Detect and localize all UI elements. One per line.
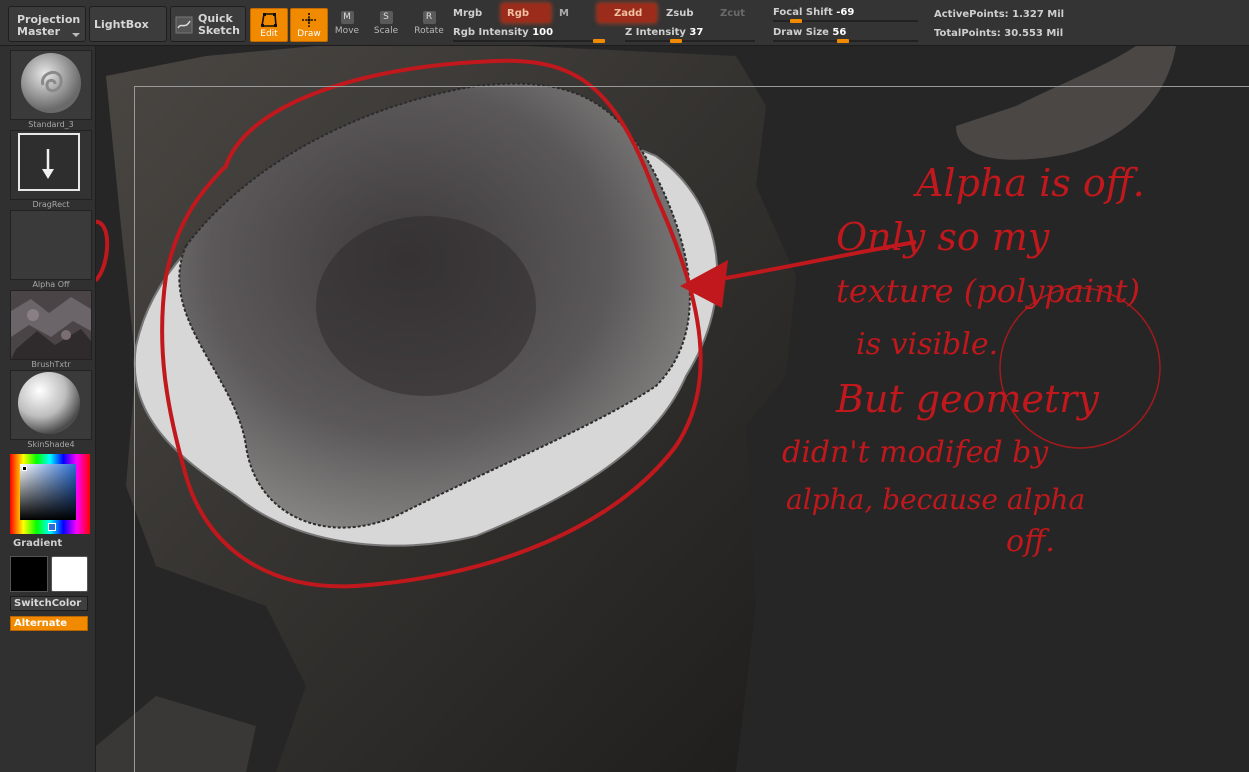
focal-shift-thumb[interactable] (790, 19, 802, 23)
focal-shift-track[interactable] (773, 19, 918, 23)
draw-label: Draw (297, 29, 321, 39)
edit-icon (261, 13, 277, 27)
rgb-intensity-slider[interactable]: Rgb Intensity 100 (453, 27, 553, 38)
canvas-viewport[interactable]: Alpha is off. Only so my texture (polypa… (96, 46, 1249, 772)
note-line-5: But geometry (836, 377, 1099, 421)
hue-cursor[interactable] (48, 523, 56, 531)
quick-sketch-line2: Sketch (198, 24, 241, 37)
alternate-button[interactable]: Alternate (10, 616, 88, 631)
m-toggle[interactable]: M (559, 8, 569, 19)
z-intensity-slider[interactable]: Z Intensity 37 (625, 27, 703, 38)
standard-brush-icon (21, 53, 81, 113)
rgb-intensity-track[interactable] (453, 39, 605, 43)
quick-sketch-icon (175, 16, 193, 34)
secondary-color-swatch[interactable] (51, 556, 88, 592)
draw-size-track[interactable] (773, 39, 918, 43)
total-points-label: TotalPoints: (934, 28, 1001, 39)
scale-icon: S (379, 11, 393, 24)
edit-tool-button[interactable]: Edit (250, 8, 288, 42)
brush-slot[interactable]: Standard_3 (10, 50, 92, 129)
stroke-caption: DragRect (32, 200, 70, 209)
lightbox-button[interactable]: LightBox (89, 6, 167, 42)
mrgb-toggle[interactable]: Mrgb (453, 8, 482, 19)
focal-shift-value: -69 (836, 7, 855, 18)
active-points-value: 1.327 Mil (1012, 9, 1065, 20)
rotate-label: Rotate (414, 26, 444, 36)
move-tool-button[interactable]: M Move (328, 8, 366, 42)
quick-sketch-button[interactable]: Quick Sketch (170, 6, 246, 42)
rgb-intensity-thumb[interactable] (593, 39, 605, 43)
note-line-2: Only so my (836, 215, 1050, 259)
draw-icon (302, 13, 316, 27)
texture-caption: BrushTxtr (31, 360, 71, 369)
stroke-slot[interactable]: DragRect (10, 130, 92, 209)
move-label: Move (334, 26, 360, 36)
texture-slot[interactable]: BrushTxtr (10, 290, 92, 369)
z-intensity-label: Z Intensity (625, 27, 686, 38)
focal-shift-label: Focal Shift (773, 7, 833, 18)
draw-size-value: 56 (832, 27, 847, 38)
color-picker-cursor[interactable] (22, 466, 27, 471)
material-slot[interactable]: SkinShade4 (10, 370, 92, 449)
color-picker[interactable] (10, 454, 90, 534)
zcut-toggle[interactable]: Zcut (720, 8, 745, 19)
rgb-toggle[interactable]: Rgb (507, 8, 529, 19)
note-line-4: is visible. (856, 327, 999, 362)
rotate-icon: R (422, 11, 436, 24)
drag-rect-icon (18, 133, 80, 191)
total-points-value: 30.553 Mil (1004, 28, 1064, 39)
note-line-8: off. (1006, 524, 1055, 559)
top-toolbar: Projection Master LightBox Quick Sketch … (0, 0, 1249, 46)
active-points-label: ActivePoints: (934, 9, 1009, 20)
active-points-readout: ActivePoints: 1.327 Mil (934, 9, 1064, 20)
rgb-intensity-value: 100 (532, 27, 554, 38)
lightbox-label: LightBox (94, 18, 149, 31)
dropdown-arrow-icon (72, 33, 80, 37)
draw-size-thumb[interactable] (837, 39, 849, 43)
alpha-caption: Alpha Off (32, 280, 70, 289)
zsub-toggle[interactable]: Zsub (666, 8, 693, 19)
handwritten-annotation: Alpha is off. Only so my texture (polypa… (776, 156, 1246, 564)
z-intensity-value: 37 (689, 27, 704, 38)
zadd-toggle[interactable]: Zadd (614, 8, 642, 19)
move-icon: M (340, 11, 354, 24)
rgb-intensity-label: Rgb Intensity (453, 27, 529, 38)
rotate-tool-button[interactable]: R Rotate (410, 8, 448, 42)
material-caption: SkinShade4 (27, 440, 75, 449)
edit-label: Edit (260, 29, 278, 39)
z-intensity-thumb[interactable] (670, 39, 682, 43)
draw-size-slider[interactable]: Draw Size 56 (773, 27, 846, 38)
gradient-label[interactable]: Gradient (13, 538, 62, 549)
z-intensity-track[interactable] (625, 39, 755, 43)
left-shelf: Standard_3 DragRect Alpha Off BrushTxtr … (0, 46, 96, 772)
note-line-1: Alpha is off. (916, 161, 1145, 205)
projection-master-button[interactable]: Projection Master (8, 6, 86, 42)
note-line-6: didn't modifed by (782, 435, 1049, 470)
scale-tool-button[interactable]: S Scale (367, 8, 405, 42)
color-picker-square[interactable] (20, 464, 76, 520)
main-color-swatch[interactable] (10, 556, 48, 592)
brush-texture-thumbnail (11, 291, 91, 359)
brush-caption: Standard_3 (28, 120, 74, 129)
switch-color-button[interactable]: SwitchColor (10, 596, 88, 611)
draw-size-label: Draw Size (773, 27, 829, 38)
alpha-slot[interactable]: Alpha Off (10, 210, 92, 289)
note-line-3: texture (polypaint) (836, 272, 1141, 310)
focal-shift-slider[interactable]: Focal Shift -69 (773, 7, 854, 18)
scale-label: Scale (373, 26, 399, 36)
draw-tool-button[interactable]: Draw (290, 8, 328, 42)
skin-shade-material-icon (18, 372, 80, 434)
note-line-7: alpha, because alpha (786, 483, 1086, 516)
total-points-readout: TotalPoints: 30.553 Mil (934, 28, 1063, 39)
